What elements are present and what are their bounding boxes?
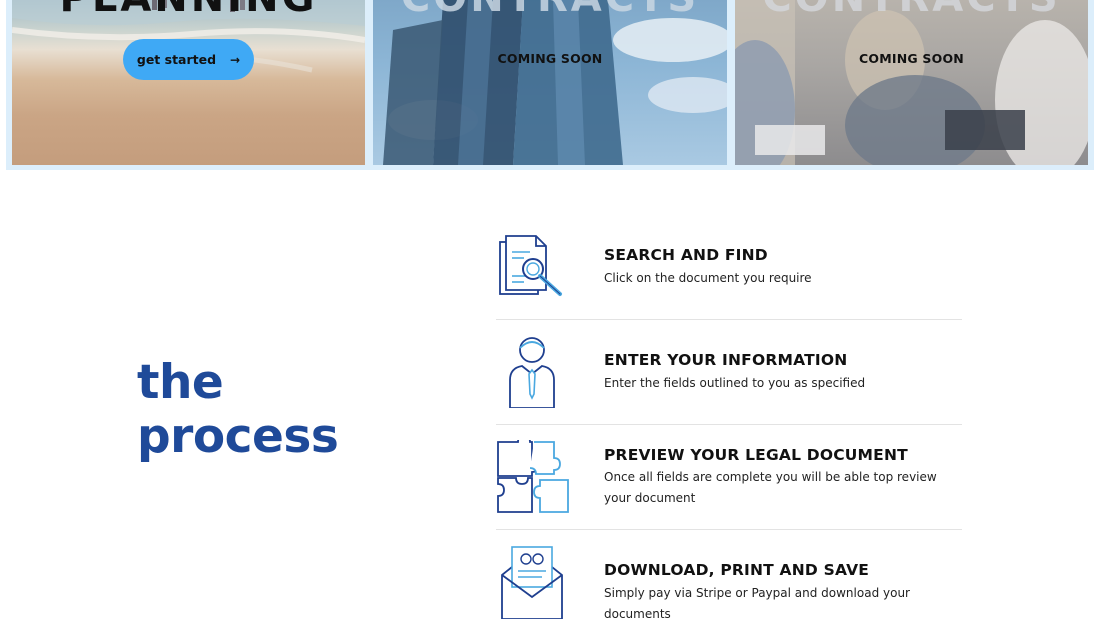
process-step-enter-info: ENTER YOUR INFORMATION Enter the fields …: [496, 334, 964, 424]
puzzle-icon: [497, 440, 569, 513]
step-divider: [496, 319, 962, 320]
process-step-preview: PREVIEW YOUR LEGAL DOCUMENT Once all fie…: [496, 438, 964, 530]
services-band: PLANNING get started → CONTRACTS COMING …: [6, 0, 1094, 170]
beach-people-illustration: [12, 0, 365, 73]
step-title: PREVIEW YOUR LEGAL DOCUMENT: [604, 446, 908, 464]
arrow-right-icon: →: [230, 52, 241, 67]
document-search-icon: [499, 235, 562, 296]
step-divider: [496, 529, 962, 530]
process-step-download: DOWNLOAD, PRINT AND SAVE Simply pay via …: [496, 545, 964, 621]
card-title: CONTRACTS: [373, 0, 727, 18]
process-step-search: SEARCH AND FIND Click on the document yo…: [496, 230, 964, 320]
meeting-people-illustration: [735, 0, 1088, 165]
step-description: Simply pay via Stripe or Paypal and down…: [604, 586, 910, 621]
step-title: DOWNLOAD, PRINT AND SAVE: [604, 561, 870, 579]
step-title: SEARCH AND FIND: [604, 246, 768, 264]
get-started-button[interactable]: get started →: [123, 39, 254, 80]
step-description: Once all fields are complete you will be…: [604, 470, 937, 505]
coming-soon-label: COMING SOON: [497, 51, 603, 66]
envelope-report-icon: [501, 546, 563, 619]
button-label: get started: [136, 52, 217, 67]
step-title: ENTER YOUR INFORMATION: [604, 351, 848, 369]
card-contracts[interactable]: CONTRACTS COMING SOON: [373, 0, 727, 165]
card-title: PLANNING: [12, 0, 365, 18]
skyscraper-illustration: [383, 0, 727, 165]
coming-soon-label: COMING SOON: [859, 51, 964, 66]
step-description: Click on the document you require: [604, 271, 812, 285]
process-heading-line2: process: [137, 409, 339, 464]
step-description: Enter the fields outlined to you as spec…: [604, 376, 866, 390]
process-heading: the process: [137, 355, 339, 464]
person-tie-icon: [509, 337, 555, 408]
card-title: CONTRACTS: [735, 0, 1088, 18]
card-contracts-meeting[interactable]: CONTRACTS COMING SOON: [735, 0, 1088, 165]
step-divider: [496, 424, 962, 425]
card-planning[interactable]: PLANNING get started →: [12, 0, 365, 165]
process-heading-line1: the: [137, 355, 224, 410]
